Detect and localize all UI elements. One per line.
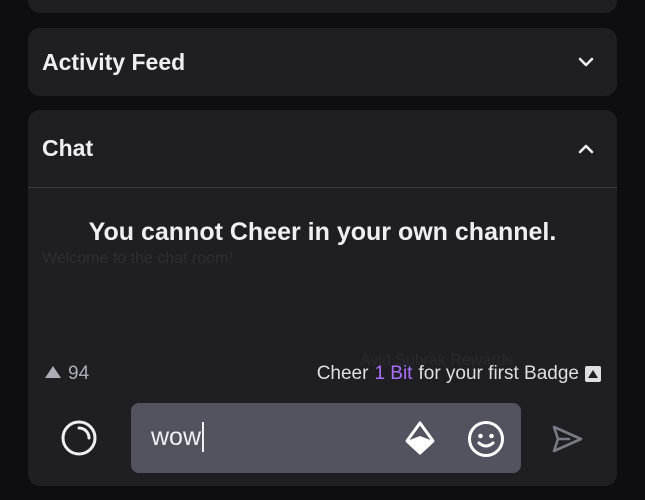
bits-icon <box>44 363 62 385</box>
cheer-suffix: for your first Badge <box>418 363 579 384</box>
activity-feed-header[interactable]: Activity Feed <box>28 28 617 96</box>
chat-input-text[interactable]: wow <box>151 422 205 452</box>
emote-picker-button[interactable] <box>466 419 506 459</box>
chat-input[interactable]: wow <box>131 403 521 473</box>
channel-points-button[interactable] <box>58 417 100 459</box>
bits-gem-icon <box>405 421 435 455</box>
chat-composer: wow <box>0 403 645 473</box>
activity-feed-title: Activity Feed <box>42 48 186 75</box>
send-icon <box>552 425 583 453</box>
bits-count-value: 94 <box>68 363 90 384</box>
cheer-prefix: Cheer <box>316 363 369 384</box>
chat-header[interactable]: Chat <box>28 110 617 188</box>
text-caret <box>202 422 205 452</box>
faded-chat-message: Welcome to the chat room! <box>42 250 233 267</box>
bits-balance: 94 <box>44 363 89 385</box>
smiley-icon <box>468 421 504 457</box>
chevron-up-icon[interactable] <box>575 138 597 160</box>
cheer-prompt: Cheer 1 Bit for your first Badge <box>317 363 601 385</box>
badge-icon <box>585 366 601 382</box>
activity-feed-panel: Activity Feed <box>28 28 617 96</box>
bits-button[interactable] <box>402 419 438 457</box>
one-bit-link[interactable]: 1 Bit <box>374 363 412 385</box>
previous-panel <box>28 0 617 13</box>
chevron-down-icon[interactable] <box>575 51 597 73</box>
cheer-warning-text: You cannot Cheer in your own channel. <box>88 218 557 246</box>
bits-row: 94 Cheer 1 Bit for your first Badge <box>44 362 601 386</box>
channel-points-icon <box>61 420 97 456</box>
chat-title: Chat <box>42 135 94 161</box>
chat-input-value: wow <box>151 422 202 451</box>
send-button[interactable] <box>548 420 586 458</box>
